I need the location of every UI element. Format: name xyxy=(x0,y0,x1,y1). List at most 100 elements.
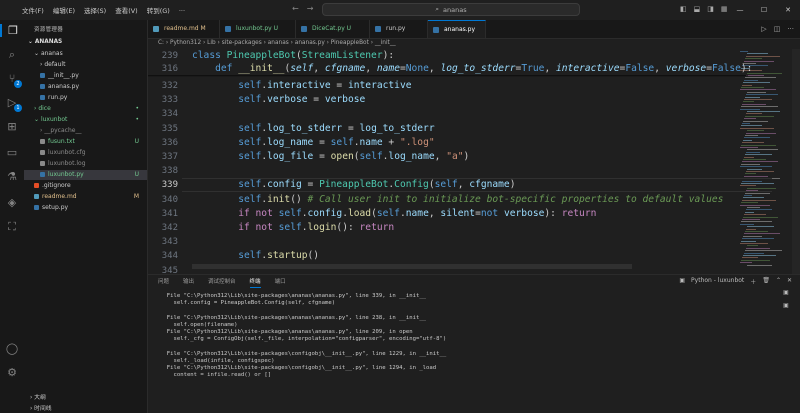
docker-icon[interactable]: ⛶ xyxy=(0,220,24,234)
tree-item[interactable]: › __pycache__ xyxy=(24,126,147,136)
tab-label: luxunbot.py U xyxy=(236,25,279,32)
horizontal-scrollbar[interactable] xyxy=(192,264,632,269)
minimap-line xyxy=(747,245,758,247)
timeline-section[interactable]: › 时间线 xyxy=(30,403,52,412)
customize-layout-icon[interactable]: ▦ xyxy=(721,5,728,13)
explorer-icon[interactable]: ❐ xyxy=(0,24,24,37)
menu-item[interactable]: 转到(G) xyxy=(147,5,170,15)
terminal-line: self.open(filename) xyxy=(160,321,238,328)
editor-tab[interactable]: ananas.py xyxy=(428,20,486,38)
toggle-panel-icon[interactable]: ⬓ xyxy=(694,5,701,13)
tab-label: DiceCat.py U xyxy=(312,25,352,32)
panel-tab[interactable]: 端口 xyxy=(275,277,286,288)
terminal-name[interactable]: Python - luxunbot xyxy=(691,277,744,286)
new-terminal-icon[interactable]: ＋ xyxy=(750,277,756,286)
editor-tab[interactable]: luxunbot.py U xyxy=(220,20,296,38)
tree-item-text: ananas.py xyxy=(48,83,80,90)
editor-tab[interactable]: readme.md M xyxy=(148,20,220,38)
minimize-icon[interactable]: — xyxy=(728,0,752,20)
run-file-icon[interactable]: ▷ xyxy=(761,25,766,33)
tree-item-label: luxunbot.log xyxy=(40,159,86,169)
code-line: self.init() # Call user init to initiali… xyxy=(192,193,724,205)
bottom-panel: 问题 输出 调试控制台 终端 端口 ▣ Python - luxunbot ＋ 🗑 ⌃ … xyxy=(148,274,800,400)
tree-item[interactable]: luxunbot.log xyxy=(24,159,147,169)
code-line: self.log_to_stderr = log_to_stderr xyxy=(192,122,435,134)
terminal-line: File "C:\Python312\Lib\site-packages\ana… xyxy=(160,328,413,335)
code-editor[interactable]: 239 316 332 333 334 335 336 337 338 339 340 341 342 3… xyxy=(148,49,800,274)
code-line: self.log_file = open(self.log_name, "a") xyxy=(192,151,470,162)
kill-terminal-icon[interactable]: 🗑 xyxy=(762,277,770,286)
tree-item[interactable]: setup.py xyxy=(24,203,147,213)
minimap-line xyxy=(744,118,756,120)
vertical-scrollbar[interactable] xyxy=(792,49,800,274)
tree-item[interactable]: ananas.py xyxy=(24,82,147,92)
workspace-root[interactable]: ⌄ ANANAS xyxy=(28,39,62,45)
tree-item-text: __pycache__ xyxy=(44,127,82,134)
menu-item[interactable]: 文件(F) xyxy=(22,5,44,15)
menu-item[interactable]: 编辑(E) xyxy=(53,5,75,15)
command-center-search[interactable]: ⌕ ananas xyxy=(322,3,580,16)
close-icon[interactable]: ✕ xyxy=(776,0,800,20)
menu-item[interactable]: ... xyxy=(179,5,185,15)
minimap-line xyxy=(744,233,780,235)
settings-gear-icon[interactable]: ⚙ xyxy=(0,366,24,379)
terminal-output[interactable]: File "C:\Python312\Lib\site-packages\ana… xyxy=(160,293,760,401)
toggle-sidebar-icon[interactable]: ◧ xyxy=(680,5,687,13)
menu-item[interactable]: 查看(V) xyxy=(115,5,138,15)
split-editor-icon[interactable]: ◫ xyxy=(774,25,781,33)
toggle-secondary-sidebar-icon[interactable]: ◨ xyxy=(707,5,714,13)
tree-item[interactable]: run.py xyxy=(24,93,147,103)
tree-item[interactable]: › default xyxy=(24,60,147,70)
tree-item[interactable]: readme.md M xyxy=(24,192,147,202)
maximize-panel-icon[interactable]: ⌃ xyxy=(776,277,781,286)
testing-icon[interactable]: ⚗ xyxy=(0,170,24,183)
editor-actions: ▷ ◫ ··· xyxy=(761,25,794,33)
breadcrumb[interactable]: C: › Python312 › Lib › site-packages › a… xyxy=(148,38,800,49)
tree-item[interactable]: ⌄ ananas xyxy=(24,49,147,59)
forward-arrow-icon[interactable]: → xyxy=(307,4,314,13)
tree-item[interactable]: __init__.py xyxy=(24,71,147,81)
tree-item[interactable]: fusun.txt U xyxy=(24,137,147,147)
minimap-line xyxy=(740,127,774,129)
minimap-line xyxy=(741,87,764,88)
search-view-icon[interactable]: ⌕ xyxy=(0,48,24,62)
tree-item[interactable]: › dice • xyxy=(24,104,147,114)
minimap-line xyxy=(744,214,766,216)
terminal-line: self._load(infile, configspec) xyxy=(160,357,275,364)
account-icon[interactable]: ◯ xyxy=(0,342,24,355)
extensions-icon[interactable]: ⊞ xyxy=(0,120,24,133)
tree-item[interactable]: .gitignore xyxy=(24,181,147,191)
menu-item[interactable]: 选择(S) xyxy=(84,5,106,15)
tree-item[interactable]: luxunbot.py U xyxy=(24,170,147,180)
history-nav: ← → xyxy=(292,4,313,13)
outline-section[interactable]: › 大纲 xyxy=(30,392,46,401)
minimap[interactable] xyxy=(740,49,790,274)
editor-tab[interactable]: run.py xyxy=(370,20,428,38)
minimap-line xyxy=(741,144,776,146)
panel-tab[interactable]: 终端 xyxy=(249,277,261,288)
panel-tab[interactable]: 问题 xyxy=(158,277,169,288)
tab-label: run.py xyxy=(386,25,406,32)
back-arrow-icon[interactable]: ← xyxy=(292,4,299,13)
tree-item[interactable]: ⌄ luxunbot • xyxy=(24,115,147,125)
remote-explorer-icon[interactable]: ▭ xyxy=(0,146,24,159)
more-actions-icon[interactable]: ··· xyxy=(787,25,794,33)
panel-tab[interactable]: 输出 xyxy=(183,277,194,288)
git-status-badge: U xyxy=(134,138,139,145)
minimap-line xyxy=(743,255,776,256)
line-number: 337 xyxy=(161,152,178,162)
minimap-line xyxy=(742,257,758,259)
panel-tab[interactable]: 调试控制台 xyxy=(208,277,236,288)
minimap-line xyxy=(743,120,768,122)
panel-tabs: 问题 输出 调试控制台 终端 端口 xyxy=(158,277,286,288)
terminal-shell-icon[interactable]: ▣ xyxy=(778,302,794,309)
minimap-line xyxy=(746,55,780,57)
minimap-line xyxy=(746,113,762,115)
tree-item[interactable]: luxunbot.cfg xyxy=(24,148,147,158)
line-number: 345 xyxy=(161,265,178,274)
python-icon[interactable]: ◈ xyxy=(0,196,24,209)
maximize-icon[interactable]: ☐ xyxy=(752,0,776,20)
editor-tab[interactable]: DiceCat.py U xyxy=(296,20,370,38)
terminal-python-icon[interactable]: ▣ xyxy=(778,289,794,296)
close-panel-icon[interactable]: ✕ xyxy=(787,277,792,286)
